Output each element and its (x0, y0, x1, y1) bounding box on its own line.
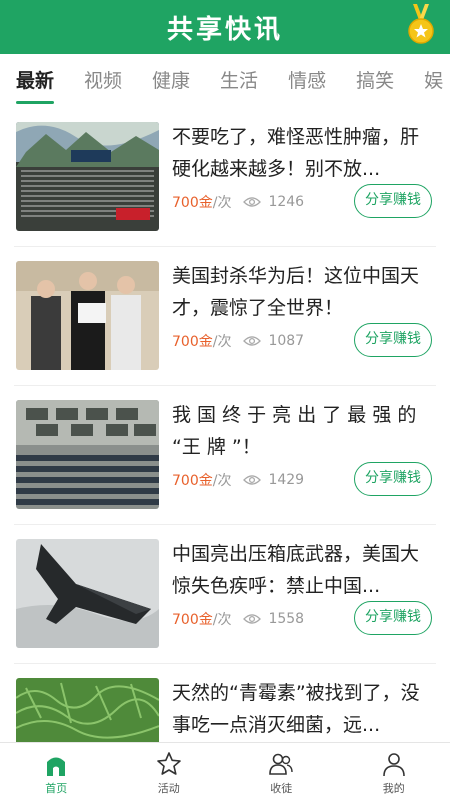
app-header: 共享快讯 (0, 0, 450, 54)
view-count-value: 1246 (268, 194, 305, 210)
view-count-value: 1429 (268, 472, 305, 488)
article-meta: 700金 /次 1087 (172, 331, 304, 351)
app: 共享快讯 最新 视频 健康 生活 情感 搞笑 娱 不要吃了，难怪恶性肿瘤，肝硬化… (0, 0, 450, 800)
article-thumbnail (16, 678, 159, 742)
star-icon (156, 752, 181, 775)
nav-label-activity: 活动 (157, 782, 180, 795)
view-count: 1246 (243, 194, 304, 210)
view-count-value: 1558 (268, 611, 305, 627)
share-earn-button[interactable]: 分享赚钱 (354, 323, 432, 357)
view-count: 1558 (243, 611, 304, 627)
reward-amount: 700金 (172, 195, 213, 211)
reward-amount: 700金 (172, 334, 213, 350)
eye-icon (243, 336, 262, 346)
nav-label-home: 首页 (45, 782, 68, 795)
reward-unit: /次 (212, 334, 232, 350)
article-title: 不要吃了，难怪恶性肿瘤，肝硬化越来越多！别不放... (172, 126, 420, 180)
view-count-value: 1087 (268, 333, 305, 349)
article-list: 不要吃了，难怪恶性肿瘤，肝硬化越来越多！别不放... 700金 /次 1246 … (0, 108, 450, 742)
reward-unit: /次 (212, 195, 232, 211)
home-icon (47, 757, 66, 776)
tab-life[interactable]: 生活 (220, 54, 258, 108)
nav-apprentice[interactable]: 收徒 (225, 743, 338, 800)
tab-funny[interactable]: 搞笑 (356, 54, 394, 108)
users-icon (269, 753, 293, 775)
tab-emotion[interactable]: 情感 (288, 54, 326, 108)
article-thumbnail (16, 539, 159, 648)
share-earn-button[interactable]: 分享赚钱 (354, 601, 432, 635)
article-title: 天然的“青霉素”被找到了，没事吃一点消灭细菌，远... (172, 682, 420, 736)
article-title: 中国亮出压箱底武器，美国大惊失色疾呼：禁止中国... (172, 543, 420, 597)
article-thumbnail (16, 400, 159, 509)
reward-amount: 700金 (172, 612, 213, 628)
article-title: 我 国 终 于 亮 出 了 最 强 的 “王 牌 ”！ (172, 404, 417, 458)
tab-video[interactable]: 视频 (84, 54, 122, 108)
app-title: 共享快讯 (166, 14, 283, 45)
bottom-nav: 首页 活动 收徒 我的 (0, 742, 450, 800)
article-item[interactable]: 我 国 终 于 亮 出 了 最 强 的 “王 牌 ”！ 700金 /次 1429… (14, 386, 436, 525)
nav-label-apprentice: 收徒 (270, 782, 293, 795)
article-item[interactable]: 中国亮出压箱底武器，美国大惊失色疾呼：禁止中国... 700金 /次 1558 … (14, 525, 436, 664)
eye-icon (243, 475, 262, 485)
tab-entertainment[interactable]: 娱 (424, 54, 443, 108)
reward-unit: /次 (212, 473, 232, 489)
nav-label-profile: 我的 (382, 782, 405, 795)
tab-health[interactable]: 健康 (152, 54, 190, 108)
article-meta: 700金 /次 1246 (172, 192, 304, 212)
article-title: 美国封杀华为后！这位中国天才，震惊了全世界！ (172, 265, 420, 319)
article-item[interactable]: 美国封杀华为后！这位中国天才，震惊了全世界！ 700金 /次 1087 分享赚钱 (14, 247, 436, 386)
eye-icon (243, 197, 262, 207)
article-thumbnail (16, 261, 159, 370)
nav-profile[interactable]: 我的 (338, 743, 450, 800)
share-earn-button[interactable]: 分享赚钱 (354, 462, 432, 496)
category-tabs: 最新 视频 健康 生活 情感 搞笑 娱 (0, 54, 450, 108)
tab-latest[interactable]: 最新 (16, 54, 55, 108)
share-earn-button[interactable]: 分享赚钱 (354, 184, 432, 218)
article-thumbnail (16, 122, 159, 231)
reward-unit: /次 (212, 612, 232, 628)
person-icon (382, 753, 405, 777)
view-count: 1429 (243, 472, 304, 488)
nav-home[interactable]: 首页 (0, 743, 113, 800)
article-item[interactable]: 不要吃了，难怪恶性肿瘤，肝硬化越来越多！别不放... 700金 /次 1246 … (14, 108, 436, 247)
nav-activity[interactable]: 活动 (113, 743, 226, 800)
reward-amount: 700金 (172, 473, 213, 489)
article-meta: 700金 /次 1558 (172, 609, 304, 629)
medal-icon[interactable] (406, 4, 436, 46)
view-count: 1087 (243, 333, 304, 349)
article-item[interactable]: 天然的“青霉素”被找到了，没事吃一点消灭细菌，远... (14, 664, 436, 742)
article-meta: 700金 /次 1429 (172, 470, 304, 490)
eye-icon (243, 614, 262, 624)
